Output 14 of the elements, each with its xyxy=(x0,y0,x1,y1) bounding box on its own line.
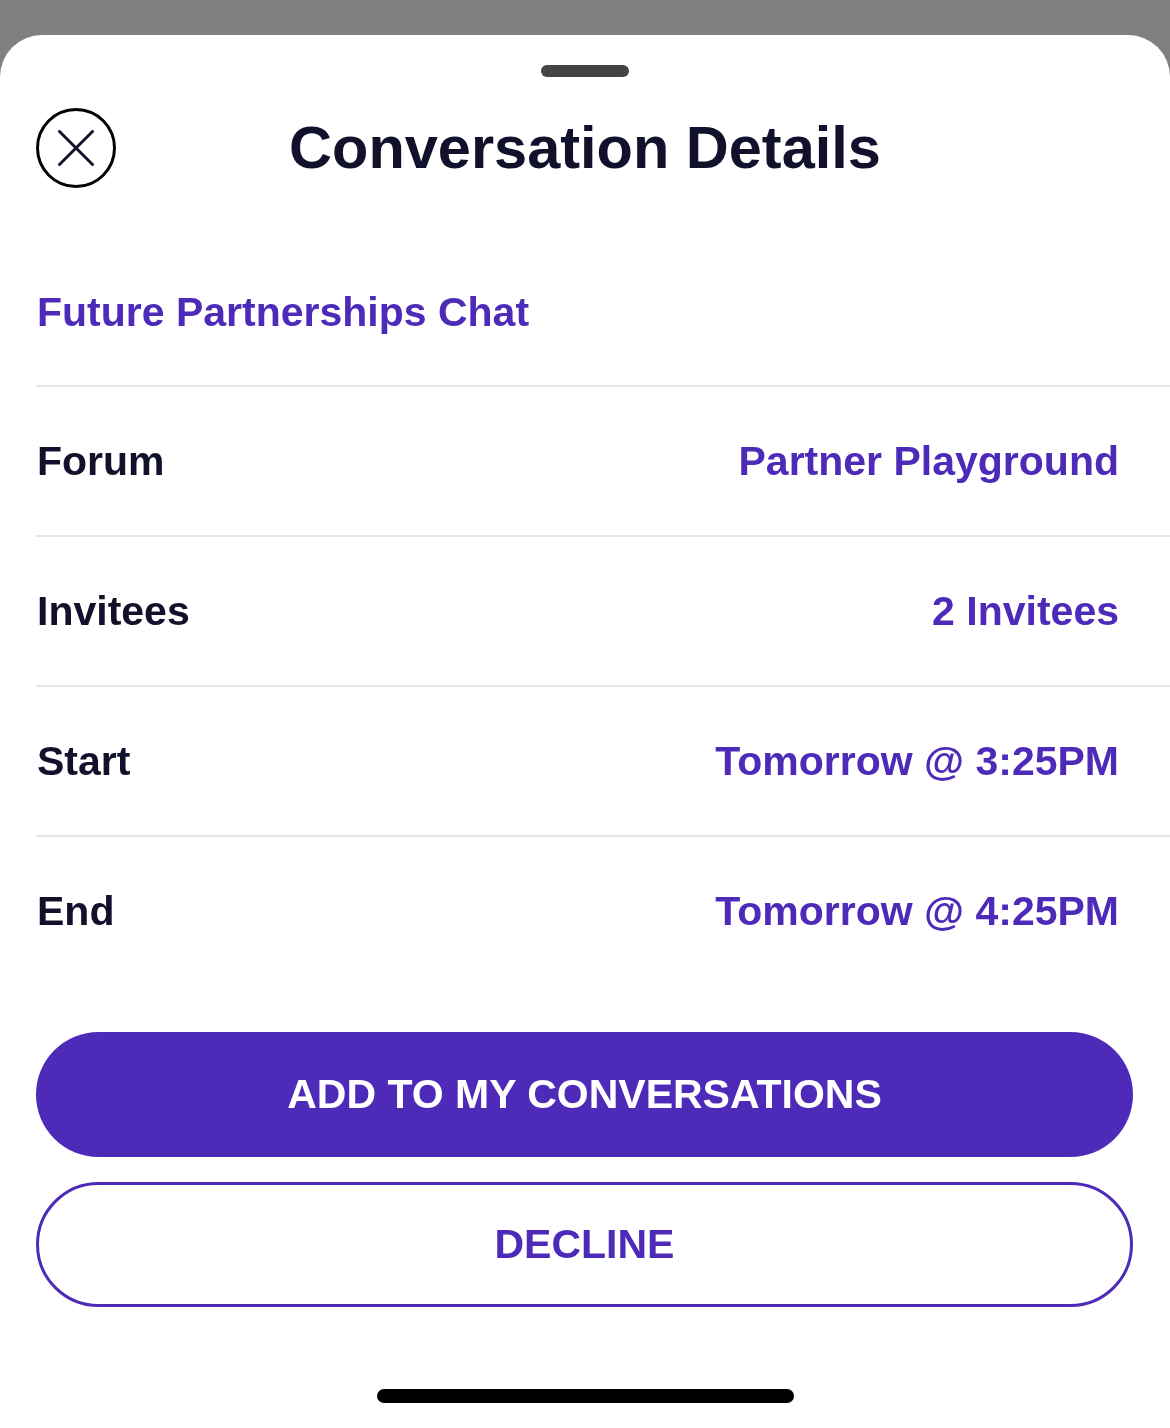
detail-value-link[interactable]: Tomorrow @ 4:25PM xyxy=(715,886,1119,936)
detail-label: Forum xyxy=(37,436,165,486)
detail-label: End xyxy=(37,886,115,936)
detail-label: Invitees xyxy=(37,586,190,636)
add-conversation-button[interactable]: ADD TO MY CONVERSATIONS xyxy=(36,1032,1133,1158)
close-icon xyxy=(58,130,94,166)
detail-value-link[interactable]: 2 Invitees xyxy=(932,586,1119,636)
detail-label: Start xyxy=(37,736,131,786)
conversation-name: Future Partnerships Chat xyxy=(37,288,530,337)
drag-handle[interactable] xyxy=(541,65,629,77)
decline-button[interactable]: DECLINE xyxy=(36,1182,1133,1308)
detail-value-link[interactable]: Tomorrow @ 3:25PM xyxy=(715,736,1119,786)
sheet-title: Conversation Details xyxy=(289,113,881,184)
detail-value-link[interactable]: Partner Playground xyxy=(738,436,1119,486)
